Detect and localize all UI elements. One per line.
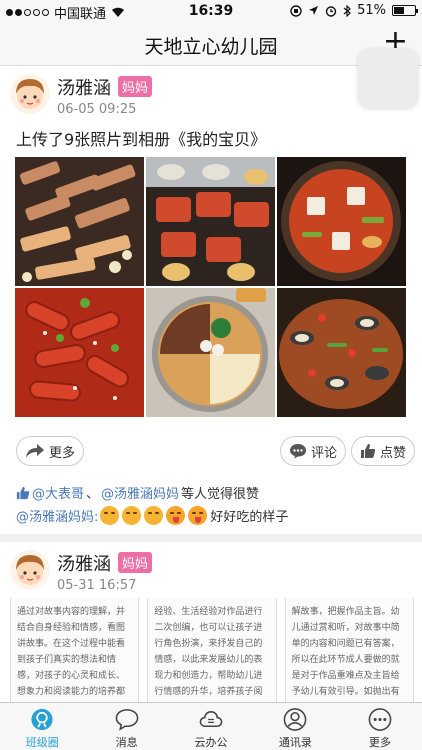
post-text: 上传了9张照片到相册《我的宝贝》 [16,130,267,149]
tab-label: 更多 [368,736,391,749]
comment-line: @汤雅涵妈妈: 好好吃的样子 [16,506,288,525]
like-label: 点赞 [380,445,407,461]
tab-cloud-office[interactable]: 云办公 [169,703,253,750]
tab-bar: 班级圈 消息 云办公 通讯录 更多 [0,702,422,750]
more-label: 更多 [49,445,76,461]
likes-suffix: 等人觉得很赞 [181,487,260,502]
liker-separator: 、 [86,487,100,502]
tongue-emoji-icon [166,506,186,525]
document-page: 通过对故事内容的理解，并结合自身经验和情感，看图讲故事。在这个过程中能看到孩子们… [10,598,140,702]
tab-class-circle[interactable]: 班级圈 [0,703,84,750]
status-right: 51% [290,3,418,18]
tab-label: 云办公 [194,736,228,749]
sad-emoji-icon [144,506,164,525]
floating-assist-button[interactable] [358,48,418,108]
photo-hotpot[interactable] [146,288,275,417]
class-circle-icon [31,708,53,731]
liker-link[interactable]: @汤雅涵妈妈 [101,483,179,502]
share-more-button[interactable]: 更多 [16,436,85,466]
more-icon [368,708,392,731]
post-divider [0,534,422,542]
sad-emoji-icon [122,506,142,525]
avatar[interactable] [10,74,50,114]
comment-label: 评论 [311,445,338,461]
liker-link[interactable]: @大表哥 [32,483,84,502]
battery-percent: 51% [357,3,386,18]
tongue-emoji-icon [188,506,208,525]
like-button[interactable]: 点赞 [351,436,416,466]
share-arrow-icon [26,444,44,458]
cloud-office-icon [199,711,223,727]
photo-kimchi-stew[interactable] [277,157,406,286]
document-page: 经验、生活经验对作品进行二次创编，也可以让孩子进行角色扮演，来抒发自己的情感，以… [147,598,277,702]
photo-tteokbokki[interactable] [15,288,144,417]
contacts-icon [284,708,307,731]
avatar[interactable] [10,550,50,590]
message-icon [115,709,138,731]
battery-icon [392,5,418,16]
location-icon [309,6,319,15]
comment-button[interactable]: 评论 [280,436,347,466]
tab-label: 班级圈 [25,736,59,749]
tab-contacts[interactable]: 通讯录 [253,703,337,750]
thumbs-up-icon [361,444,376,458]
document-preview[interactable]: 通过对故事内容的理解，并结合自身经验和情感，看图讲故事。在这个过程中能看到孩子们… [10,598,414,702]
role-badge: 妈妈 [118,76,153,97]
photo-grilled-seafood[interactable] [146,157,275,286]
alarm-icon [325,5,337,17]
bluetooth-icon [343,4,351,17]
tab-more[interactable]: 更多 [338,703,422,750]
comment-text: 好好吃的样子 [210,510,289,525]
photo-seafood-stirfry[interactable] [277,288,406,417]
photo-bbq-pork[interactable] [15,157,144,286]
status-bar: 中国联通 16:39 51% [0,0,422,22]
document-page: 解故事，把握作品主旨。幼儿通过赏和听，对故事中简单的内容和问题已有答案，所以在此… [284,598,414,702]
tab-label: 消息 [115,736,138,749]
commenter-link[interactable]: @汤雅涵妈妈: [16,506,98,525]
likes-line: @大表哥 、 @汤雅涵妈妈 等人觉得很赞 [16,483,259,502]
photo-grid [15,157,407,419]
post-time: 06-05 09:25 [57,102,137,117]
tab-messages[interactable]: 消息 [84,703,168,750]
thumbs-up-icon [16,486,30,499]
comment-bubble-icon [290,444,306,459]
sad-emoji-icon [100,506,120,525]
post-time: 05-31 16:57 [57,578,137,593]
author-name[interactable]: 汤雅涵 [57,74,111,100]
orientation-lock-icon [290,4,302,17]
tab-label: 通讯录 [278,736,312,749]
author-name[interactable]: 汤雅涵 [57,550,111,576]
role-badge: 妈妈 [118,552,153,573]
